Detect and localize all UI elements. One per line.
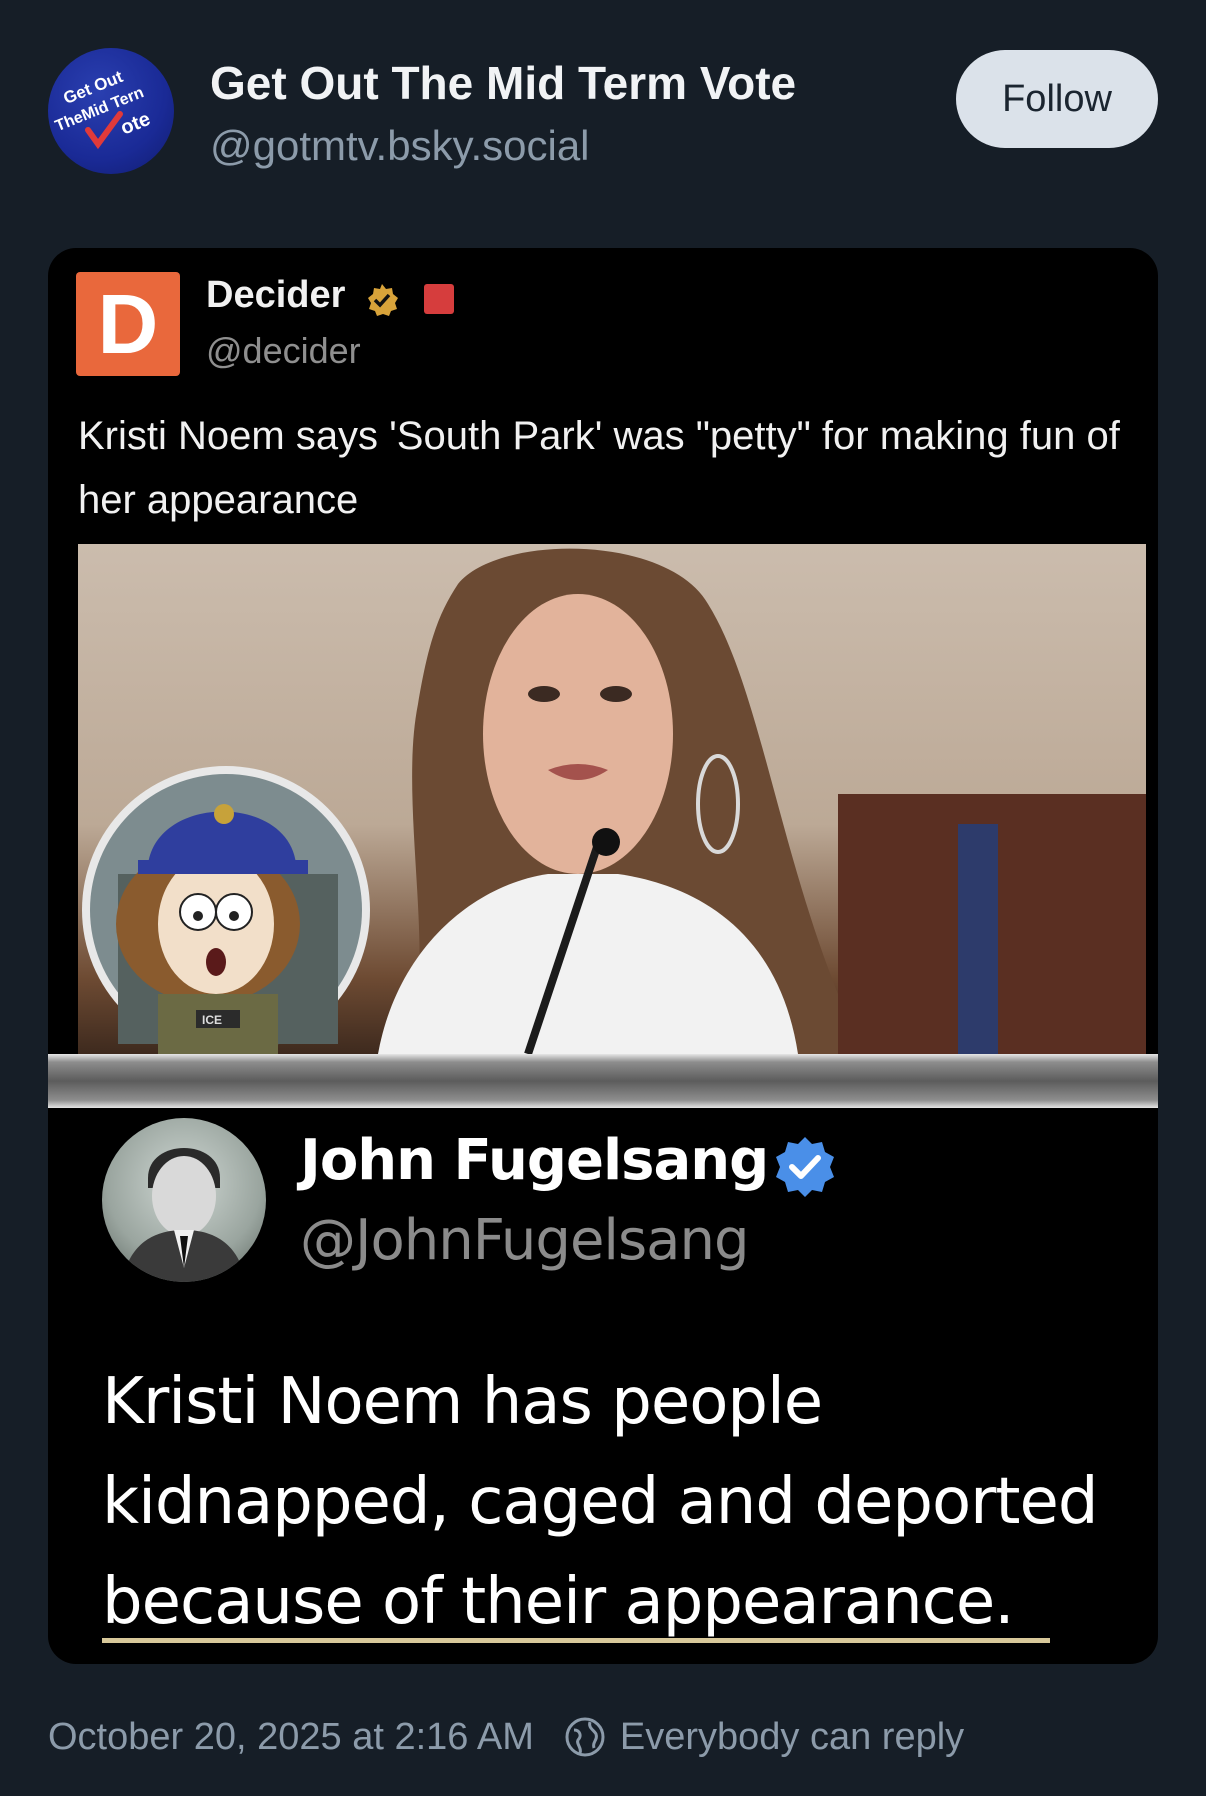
john-fugelsang-handle: @JohnFugelsang	[300, 1208, 749, 1273]
text-underline	[102, 1638, 1050, 1643]
post-image[interactable]: D Decider @decider Kristi Noem says 'Sou…	[48, 248, 1158, 1664]
john-fugelsang-tweet-text: Kristi Noem has people kidnapped, caged …	[102, 1365, 1099, 1639]
decider-logo-letter: D	[97, 276, 159, 371]
person-portrait	[122, 1148, 246, 1282]
author-display-name[interactable]: Get Out The Mid Term Vote	[210, 56, 796, 110]
author-handle[interactable]: @gotmtv.bsky.social	[210, 122, 590, 170]
decider-name: Decider	[206, 274, 346, 316]
post-timestamp[interactable]: October 20, 2025 at 2:16 AM	[48, 1716, 534, 1759]
john-fugelsang-avatar	[102, 1118, 266, 1282]
news-photo: ICE	[78, 544, 1146, 1054]
author-avatar[interactable]: Get Out TheMid Tern ote	[48, 48, 174, 174]
image-divider	[48, 1054, 1158, 1108]
avatar-logo: Get Out TheMid Tern ote	[53, 67, 154, 150]
decider-tweet-text: Kristi Noem says 'South Park' was "petty…	[78, 414, 1120, 522]
post-header: Get Out TheMid Tern ote Get Out The Mid …	[0, 0, 1206, 220]
decider-handle: @decider	[206, 330, 361, 371]
affiliate-flag-icon	[424, 284, 454, 314]
photo-illustration: ICE	[82, 548, 1146, 1054]
follow-button[interactable]: Follow	[956, 50, 1158, 148]
verified-badge-icon	[776, 1137, 834, 1197]
avatar-text-line-3: ote	[118, 108, 154, 140]
john-fugelsang-name: John Fugelsang	[300, 1128, 769, 1193]
decider-logo: D	[76, 272, 180, 376]
reply-setting[interactable]: Everybody can reply	[620, 1716, 964, 1759]
cartoon-badge-text: ICE	[202, 1013, 222, 1027]
verified-badge-icon	[368, 284, 398, 316]
post-meta: October 20, 2025 at 2:16 AM Everybody ca…	[48, 1712, 964, 1762]
globe-icon	[565, 1717, 605, 1757]
